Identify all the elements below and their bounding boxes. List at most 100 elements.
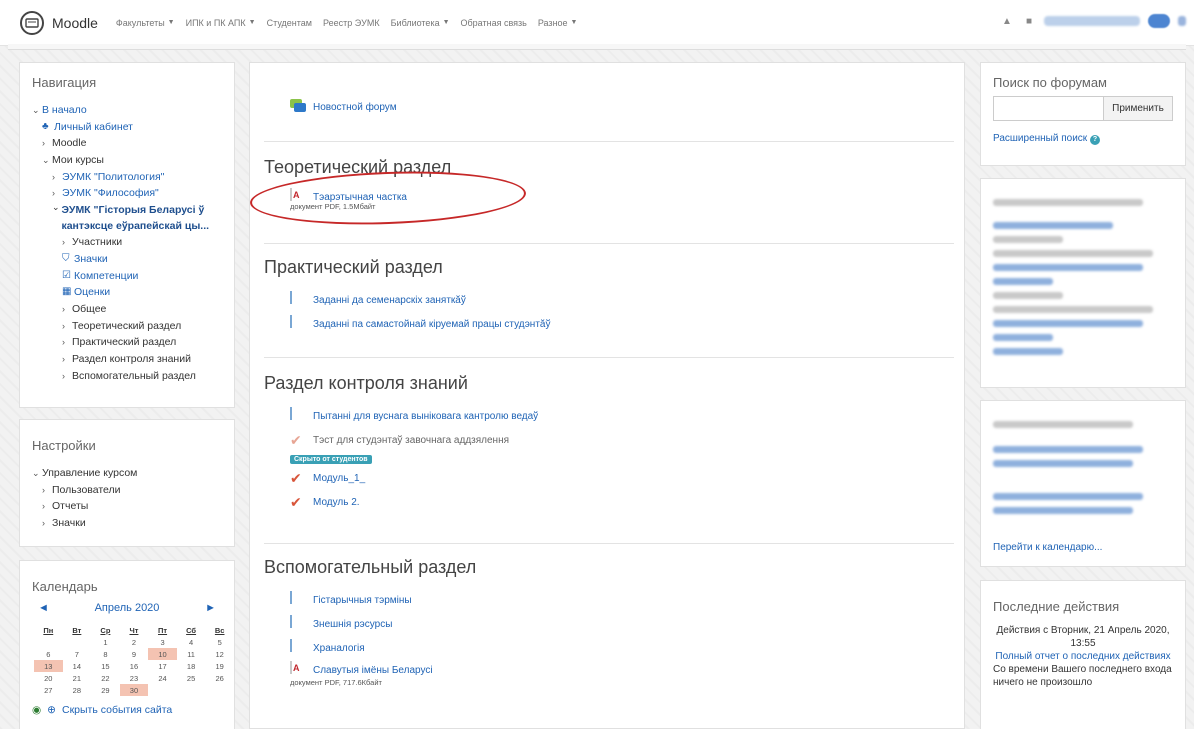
calendar-day[interactable]: 12 [205,648,234,660]
calendar-day[interactable]: 6 [34,648,63,660]
calendar-day[interactable]: 5 [205,636,234,648]
menu-item-feedback[interactable]: Обратная связь [461,18,527,28]
user-menu-icon[interactable] [1178,16,1186,26]
upcoming-events-block: Перейти к календарю... [980,400,1186,567]
nav-auxiliary[interactable]: › Вспомогательный раздел [32,368,222,385]
blurred-link [993,507,1133,514]
go-to-calendar-link[interactable]: Перейти к календарю... [993,542,1173,553]
forum-search-input[interactable] [993,96,1104,121]
nav-my-courses[interactable]: ⌄ Мои курсы [32,152,222,169]
avatar[interactable] [1148,14,1170,28]
menu-item-ipk[interactable]: ИПК и ПК АПК ▼ [186,18,256,28]
full-report-link[interactable]: Полный отчет о последних действиях [993,650,1173,663]
calendar-day[interactable]: 9 [120,648,149,660]
activity-chronology[interactable]: Храналогія [264,636,954,660]
settings-badges[interactable]: › Значки [32,515,222,532]
calendar-day[interactable]: 1 [91,636,120,648]
nav-grades[interactable]: ▦ Оценки [32,284,222,301]
settings-reports[interactable]: › Отчеты [32,498,222,515]
apply-button[interactable]: Применить [1103,96,1173,121]
calendar-month[interactable]: Апрель 2020 [95,602,160,614]
activity-module-2[interactable]: ✔ Модуль 2. [264,490,954,514]
calendar-day[interactable]: 4 [177,636,206,648]
activity-famous-names[interactable]: Славутыя імёны Беларусі [264,660,954,680]
calendar-day[interactable]: 18 [177,660,206,672]
calendar-day[interactable]: 16 [120,660,149,672]
nav-general[interactable]: › Общее [32,301,222,318]
activity-historical-terms[interactable]: Гістарычныя тэрміны [264,588,954,612]
calendar-day[interactable]: 17 [148,660,177,672]
nav-practice[interactable]: › Практический раздел [32,334,222,351]
user-name-blurred[interactable] [1044,16,1140,26]
calendar-day[interactable]: 8 [91,648,120,660]
calendar-day[interactable]: 15 [91,660,120,672]
activity-self-work-tasks[interactable]: Заданні па самастойнай кіруемай працы ст… [264,312,954,336]
calendar-day[interactable]: 29 [91,684,120,696]
menu-item-faculties[interactable]: Факультеты ▼ [116,18,175,28]
calendar-day[interactable]: 19 [205,660,234,672]
activity-extramural-test[interactable]: ✔ Тэст для студэнтаў завочнага аддзяленн… [264,428,954,452]
help-icon[interactable]: ? [1089,134,1100,145]
calendar-day[interactable]: 7 [63,648,92,660]
announcements-block [980,178,1186,388]
section-practice-title: Практический раздел [264,257,443,277]
calendar-day[interactable]: 26 [205,672,234,684]
settings-users[interactable]: › Пользователи [32,482,222,499]
calendar-week: 20 21 22 23 24 25 26 [34,672,234,684]
calendar-day[interactable]: 27 [34,684,63,696]
nav-participants[interactable]: › Участники [32,234,222,251]
calendar-day[interactable]: 3 [148,636,177,648]
nav-theory[interactable]: › Теоретический раздел [32,318,222,335]
calendar-day[interactable]: 20 [34,672,63,684]
blurred-title [993,199,1143,206]
calendar-day[interactable]: 25 [177,672,206,684]
nav-course-history[interactable]: ⌄ ЭУМК "Гісторыя Беларусі ў кантэксце еўр… [32,202,222,234]
brand[interactable]: Moodle [20,10,98,35]
messages-icon[interactable]: ■ [1022,14,1036,28]
calendar-day[interactable]: 14 [63,660,92,672]
calendar-day[interactable]: 13 [34,660,63,672]
nav-competencies[interactable]: ☑ Компетенции [32,268,222,285]
nav-badges[interactable]: ⛉ Значки [32,251,222,268]
calendar-day[interactable]: 11 [177,648,206,660]
activity-seminar-tasks[interactable]: Заданні да семенарскіх заняткӑў [264,288,954,312]
section-auxiliary: Вспомогательный раздел Гістарычныя тэрмі… [264,557,954,687]
calendar-day[interactable]: 22 [91,672,120,684]
file-icon [290,291,306,308]
nav-course-politology[interactable]: › ЭУМК "Политология" [32,169,222,186]
section-general: Новостной форум [264,95,954,119]
hidden-from-students-badge: Скрыто от студентов [290,455,372,464]
calendar-day[interactable]: 2 [120,636,149,648]
section-control-title: Раздел контроля знаний [264,373,468,393]
advanced-search-link[interactable]: Расширенный поиск ? [993,133,1173,145]
calendar-day[interactable]: 10 [148,648,177,660]
nav-course-philosophy[interactable]: › ЭУМК "Философия" [32,185,222,202]
notifications-icon[interactable]: ▲ [1000,14,1014,28]
calendar-day[interactable]: 24 [148,672,177,684]
calendar-day[interactable]: 21 [63,672,92,684]
section-control: Раздел контроля знаний Пытанні для вусна… [264,373,954,514]
nav-moodle[interactable]: › Moodle [32,135,222,152]
menu-item-library[interactable]: Библиотека ▼ [391,18,450,28]
calendar-prev-icon[interactable]: ◄ [38,602,49,614]
chevron-down-icon: ⌄ [32,468,40,478]
calendar-footer[interactable]: ◉ ⊕ Скрыть события сайта [32,704,222,716]
calendar-next-icon[interactable]: ► [205,602,216,614]
menu-item-misc[interactable]: Разное ▼ [538,18,578,28]
settings-course-admin[interactable]: ⌄ Управление курсом [32,465,222,482]
activity-famous-names-meta: документ PDF, 717.6Кбайт [290,678,382,687]
header-strip [8,44,1186,50]
nav-dashboard[interactable]: ♣ Личный кабинет [32,119,222,136]
calendar-day[interactable]: 30 [119,684,149,696]
activity-external-resources[interactable]: Знешнія рэсурсы [264,612,954,636]
nav-control[interactable]: › Раздел контроля знаний [32,351,222,368]
calendar-day[interactable]: 23 [120,672,149,684]
menu-item-registry[interactable]: Реестр ЭУМК [323,18,380,28]
activity-news-forum[interactable]: Новостной форум [264,95,954,119]
activity-module-1[interactable]: ✔ Модуль_1_ [264,466,954,490]
menu-item-students[interactable]: Студентам [267,18,312,28]
calendar-title: Календарь [32,579,98,594]
nav-home[interactable]: ⌄ В начало [32,102,222,119]
activity-oral-questions[interactable]: Пытанні для вуснага выніковага кантролю … [264,404,954,428]
calendar-day[interactable]: 28 [63,684,92,696]
